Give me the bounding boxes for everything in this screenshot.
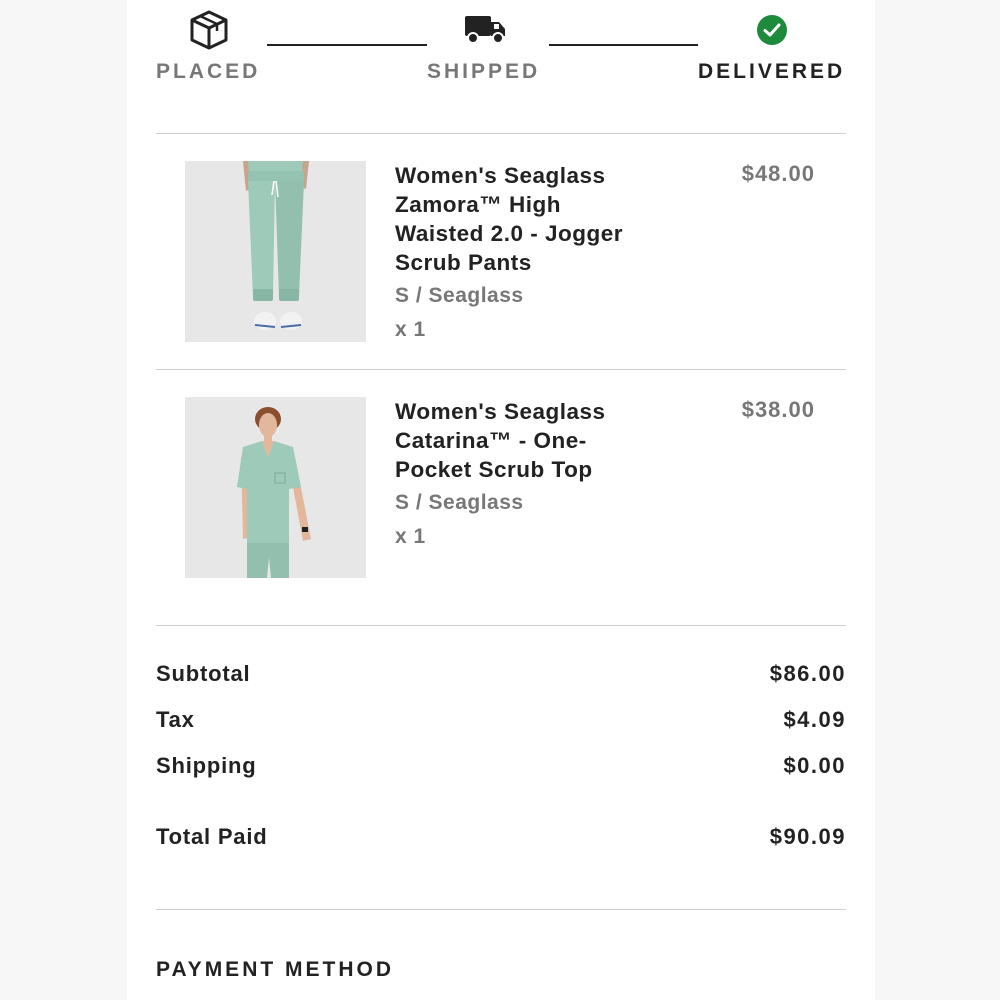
divider [156,133,846,134]
item-price: $48.00 [741,161,815,186]
tax-value: $4.09 [783,707,846,732]
shipping-value: $0.00 [783,753,846,778]
item-name[interactable]: Women's Seaglass Zamora™ High Waisted 2.… [395,161,655,277]
tax-label: Tax [156,707,195,732]
order-detail-card: PLACED SHIPPED DELIVERED Women's Seaglas… [127,0,875,1000]
item-name[interactable]: Women's Seaglass Catarina™ - One-Pocket … [395,397,655,484]
progress-line-2 [549,44,698,46]
step-label-delivered: DELIVERED [698,60,846,83]
subtotal-row: Subtotal $86.00 [156,661,846,691]
truck-icon [465,16,505,44]
progress-line-1 [267,44,427,46]
total-value: $90.09 [769,824,846,849]
shipping-label: Shipping [156,753,257,778]
divider [156,625,846,626]
item-quantity: x 1 [395,318,426,341]
item-variant: S / Seaglass [395,284,524,307]
box-icon [190,10,228,50]
subtotal-label: Subtotal [156,661,251,686]
order-item[interactable]: Women's Seaglass Catarina™ - One-Pocket … [127,397,875,587]
divider [156,909,846,910]
total-label: Total Paid [156,824,268,849]
step-label-shipped: SHIPPED [427,60,541,83]
scrub-top-photo[interactable] [185,397,366,578]
order-item[interactable]: Women's Seaglass Zamora™ High Waisted 2.… [127,161,875,351]
payment-method-heading: PAYMENT METHOD [156,958,395,981]
divider [156,369,846,370]
item-variant: S / Seaglass [395,491,524,514]
tax-row: Tax $4.09 [156,707,846,737]
subtotal-value: $86.00 [769,661,846,686]
scrub-pants-photo[interactable] [185,161,366,342]
step-label-placed: PLACED [156,60,261,83]
item-price: $38.00 [741,397,815,422]
item-quantity: x 1 [395,525,426,548]
total-row: Total Paid $90.09 [156,824,846,854]
shipping-row: Shipping $0.00 [156,753,846,783]
check-circle-icon [757,15,787,45]
